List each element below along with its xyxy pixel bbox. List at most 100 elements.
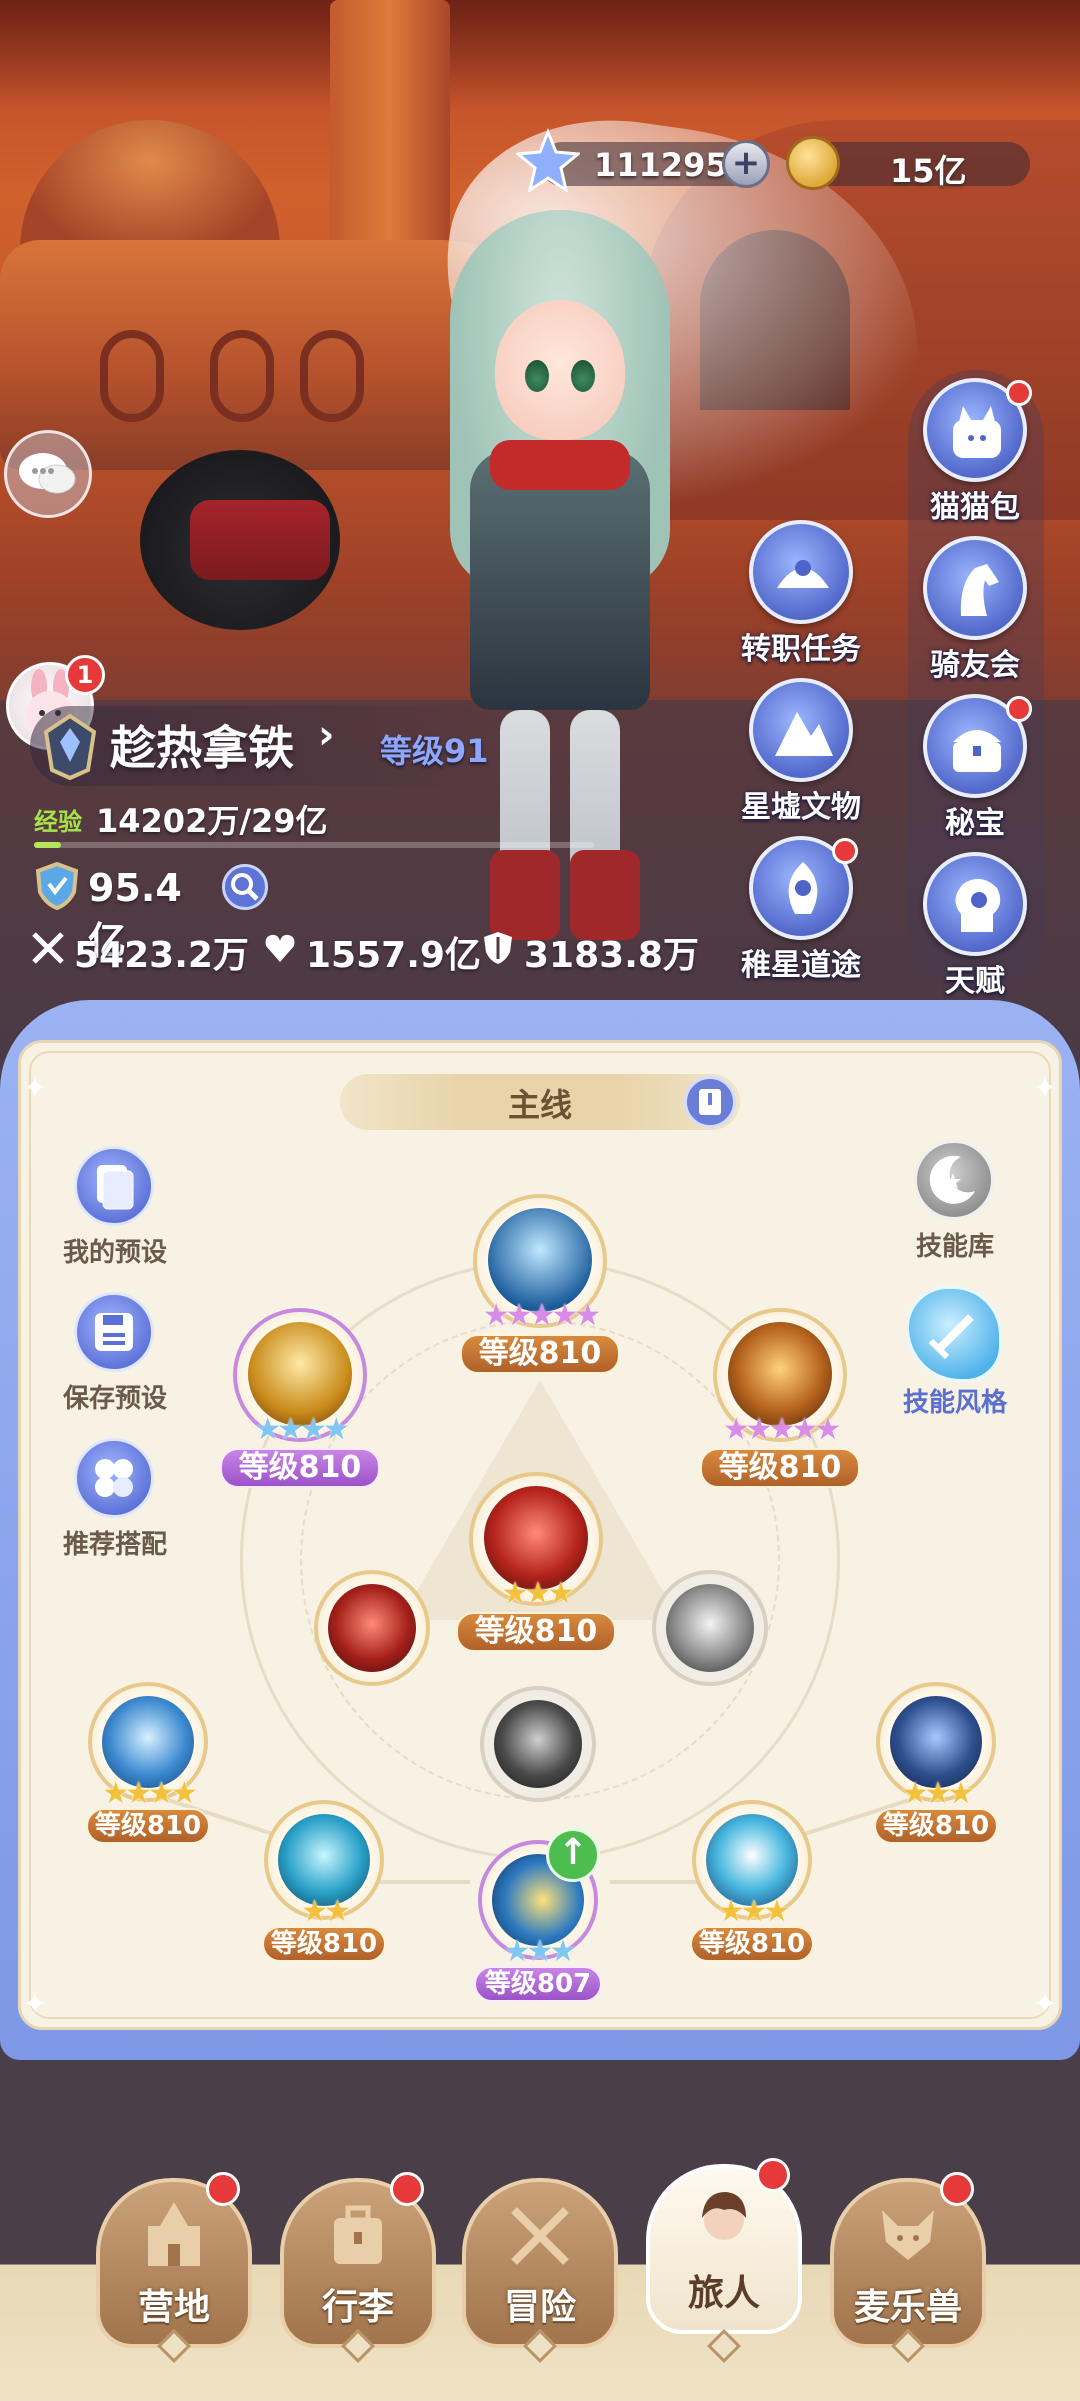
nav-label: 旅人 (687, 2273, 760, 2314)
notification-dot (940, 2172, 974, 2206)
skill-hourglass-fire-icon (728, 1322, 832, 1426)
guide-book-button[interactable] (684, 1076, 736, 1128)
castle-icon (148, 2202, 200, 2266)
magnifier-icon (231, 873, 259, 901)
notification-dot (390, 2172, 424, 2206)
skill-stars: ★★★★★ (722, 1412, 841, 1447)
skill-red-gear-icon (328, 1584, 416, 1672)
skill-level: 等级810 (86, 1808, 210, 1844)
exp-progress-bar (34, 842, 594, 848)
skill-slot-upper-left[interactable]: ★★★★ 等级810 (220, 1308, 380, 1488)
treasure-button[interactable]: 秘宝 (900, 694, 1050, 844)
skill-stars: ★★★ (503, 1934, 577, 1969)
skill-slot-top[interactable]: ★★★★★ 等级810 (460, 1194, 620, 1374)
nav-mele-beast[interactable]: 麦乐兽 (830, 2172, 986, 2363)
button-label: 推荐搭配 (62, 1530, 167, 1560)
rank-emblem-icon (43, 713, 97, 781)
skill-level: 等级810 (262, 1926, 386, 1962)
rider-club-button[interactable]: 骑友会 (900, 536, 1050, 686)
nav-traveler[interactable]: 旅人 (646, 2158, 802, 2363)
beast-icon (882, 2210, 934, 2260)
chat-bubble-icon (19, 453, 76, 494)
skill-slot-far-left[interactable]: ★★★★ 等级810 (86, 1682, 210, 1844)
menu-label: 星墟文物 (741, 790, 861, 825)
coin-icon (786, 136, 840, 190)
defense-value: 3183.8万 (524, 935, 699, 976)
skill-cyan-spiral-icon (278, 1814, 370, 1906)
skill-slot-mid-left[interactable] (314, 1570, 430, 1686)
menu-label: 秘宝 (945, 806, 1005, 841)
star-path-button[interactable]: 稚星道途 (726, 836, 876, 986)
button-label: 我的预设 (62, 1238, 167, 1268)
exp-row: 经验 14202万/29亿 (34, 796, 434, 840)
menu-label: 骑友会 (930, 648, 1020, 683)
attack-value: 5423.2万 (74, 935, 249, 976)
skill-level: 等级810 (220, 1448, 380, 1488)
skill-blue-clock-icon (102, 1696, 194, 1788)
job-change-quest-button[interactable]: 转职任务 (726, 520, 876, 670)
skill-stars: ★★★ (717, 1894, 791, 1929)
skill-slot-bottom[interactable]: ★★★ 等级807 ↑ (474, 1828, 602, 2002)
save-disk-icon (74, 1292, 154, 1372)
power-detail-button[interactable] (222, 864, 268, 910)
star-currency: 111295 + (516, 128, 770, 192)
player-name[interactable]: 趁热拿铁 (110, 712, 294, 778)
nav-gem-decoration (707, 2329, 741, 2363)
skill-slot-lower-right[interactable]: ★★★ 等级810 (690, 1800, 814, 1962)
pipe-ring (210, 330, 274, 422)
skill-slot-far-right[interactable]: ★★★ 等级810 (874, 1682, 998, 1844)
skill-stars: ★★ (301, 1894, 351, 1929)
sky-shadow (0, 0, 1080, 110)
skill-stars: ★★★★★ (482, 1298, 601, 1333)
traveler-icon (702, 2192, 746, 2240)
menu-label: 猫猫包 (930, 490, 1020, 525)
skill-slot-center-lower[interactable] (480, 1686, 596, 1802)
corner-sparkle-icon: ✦ (1032, 1071, 1058, 1106)
nav-label: 行李 (321, 2287, 394, 2328)
star-count: 111295 (594, 146, 728, 184)
notification-dot (832, 838, 858, 864)
notification-badge: 1 (65, 655, 105, 695)
chat-button[interactable] (4, 430, 92, 518)
skill-slot-mid-right[interactable] (652, 1570, 768, 1686)
skill-stars: ★★★ (901, 1776, 975, 1811)
cat-bag-button[interactable]: 猫猫包 (900, 378, 1050, 528)
star-icon (516, 128, 580, 192)
dome-building (20, 120, 280, 260)
nav-adventure[interactable]: 冒险 (462, 2178, 618, 2363)
skill-slot-upper-right[interactable]: ★★★★★ 等级810 (700, 1308, 860, 1488)
pet-drum (190, 500, 330, 580)
menu-label: 稚星道途 (741, 948, 861, 983)
skill-level: 等级810 (700, 1448, 860, 1488)
corner-sparkle-icon: ✦ (22, 1987, 48, 2022)
button-label: 保存预设 (62, 1384, 167, 1414)
nav-camp[interactable]: 营地 (96, 2172, 252, 2363)
hp-value: 1557.9亿 (306, 935, 481, 976)
add-stars-button[interactable]: + (722, 140, 770, 188)
heart-icon (265, 934, 295, 962)
book-icon (699, 1089, 721, 1115)
exp-tag: 经验 (34, 808, 82, 836)
recommend-gear-icon (74, 1438, 154, 1518)
nav-label: 麦乐兽 (853, 2287, 962, 2328)
moon-star-icon (914, 1140, 994, 1220)
skill-slot-center[interactable]: ★★★ 等级810 (456, 1472, 616, 1652)
name-chevron-icon[interactable]: › (318, 712, 334, 758)
preset-cards-icon (74, 1146, 154, 1226)
nav-label: 营地 (137, 2287, 210, 2328)
skill-slot-lower-left[interactable]: ★★ 等级810 (262, 1800, 386, 1962)
skill-level: 等级810 (460, 1334, 620, 1374)
skill-eye-icon (706, 1814, 798, 1906)
relic-button[interactable]: 星墟文物 (726, 678, 876, 828)
menu-label: 转职任务 (741, 632, 861, 667)
skill-blue-figure-icon (890, 1696, 982, 1788)
upgrade-arrow-icon[interactable]: ↑ (546, 1828, 600, 1882)
notification-dot (206, 2172, 240, 2206)
coin-currency: 15亿 (786, 136, 1030, 190)
character-scarf (490, 440, 630, 490)
tab-main-line[interactable]: 主线 (340, 1080, 740, 1126)
nav-luggage[interactable]: 行李 (280, 2172, 436, 2363)
skill-stars: ★★★★ (254, 1412, 350, 1447)
talent-button[interactable]: 天赋 (900, 852, 1050, 1002)
player-character[interactable] (430, 150, 690, 950)
